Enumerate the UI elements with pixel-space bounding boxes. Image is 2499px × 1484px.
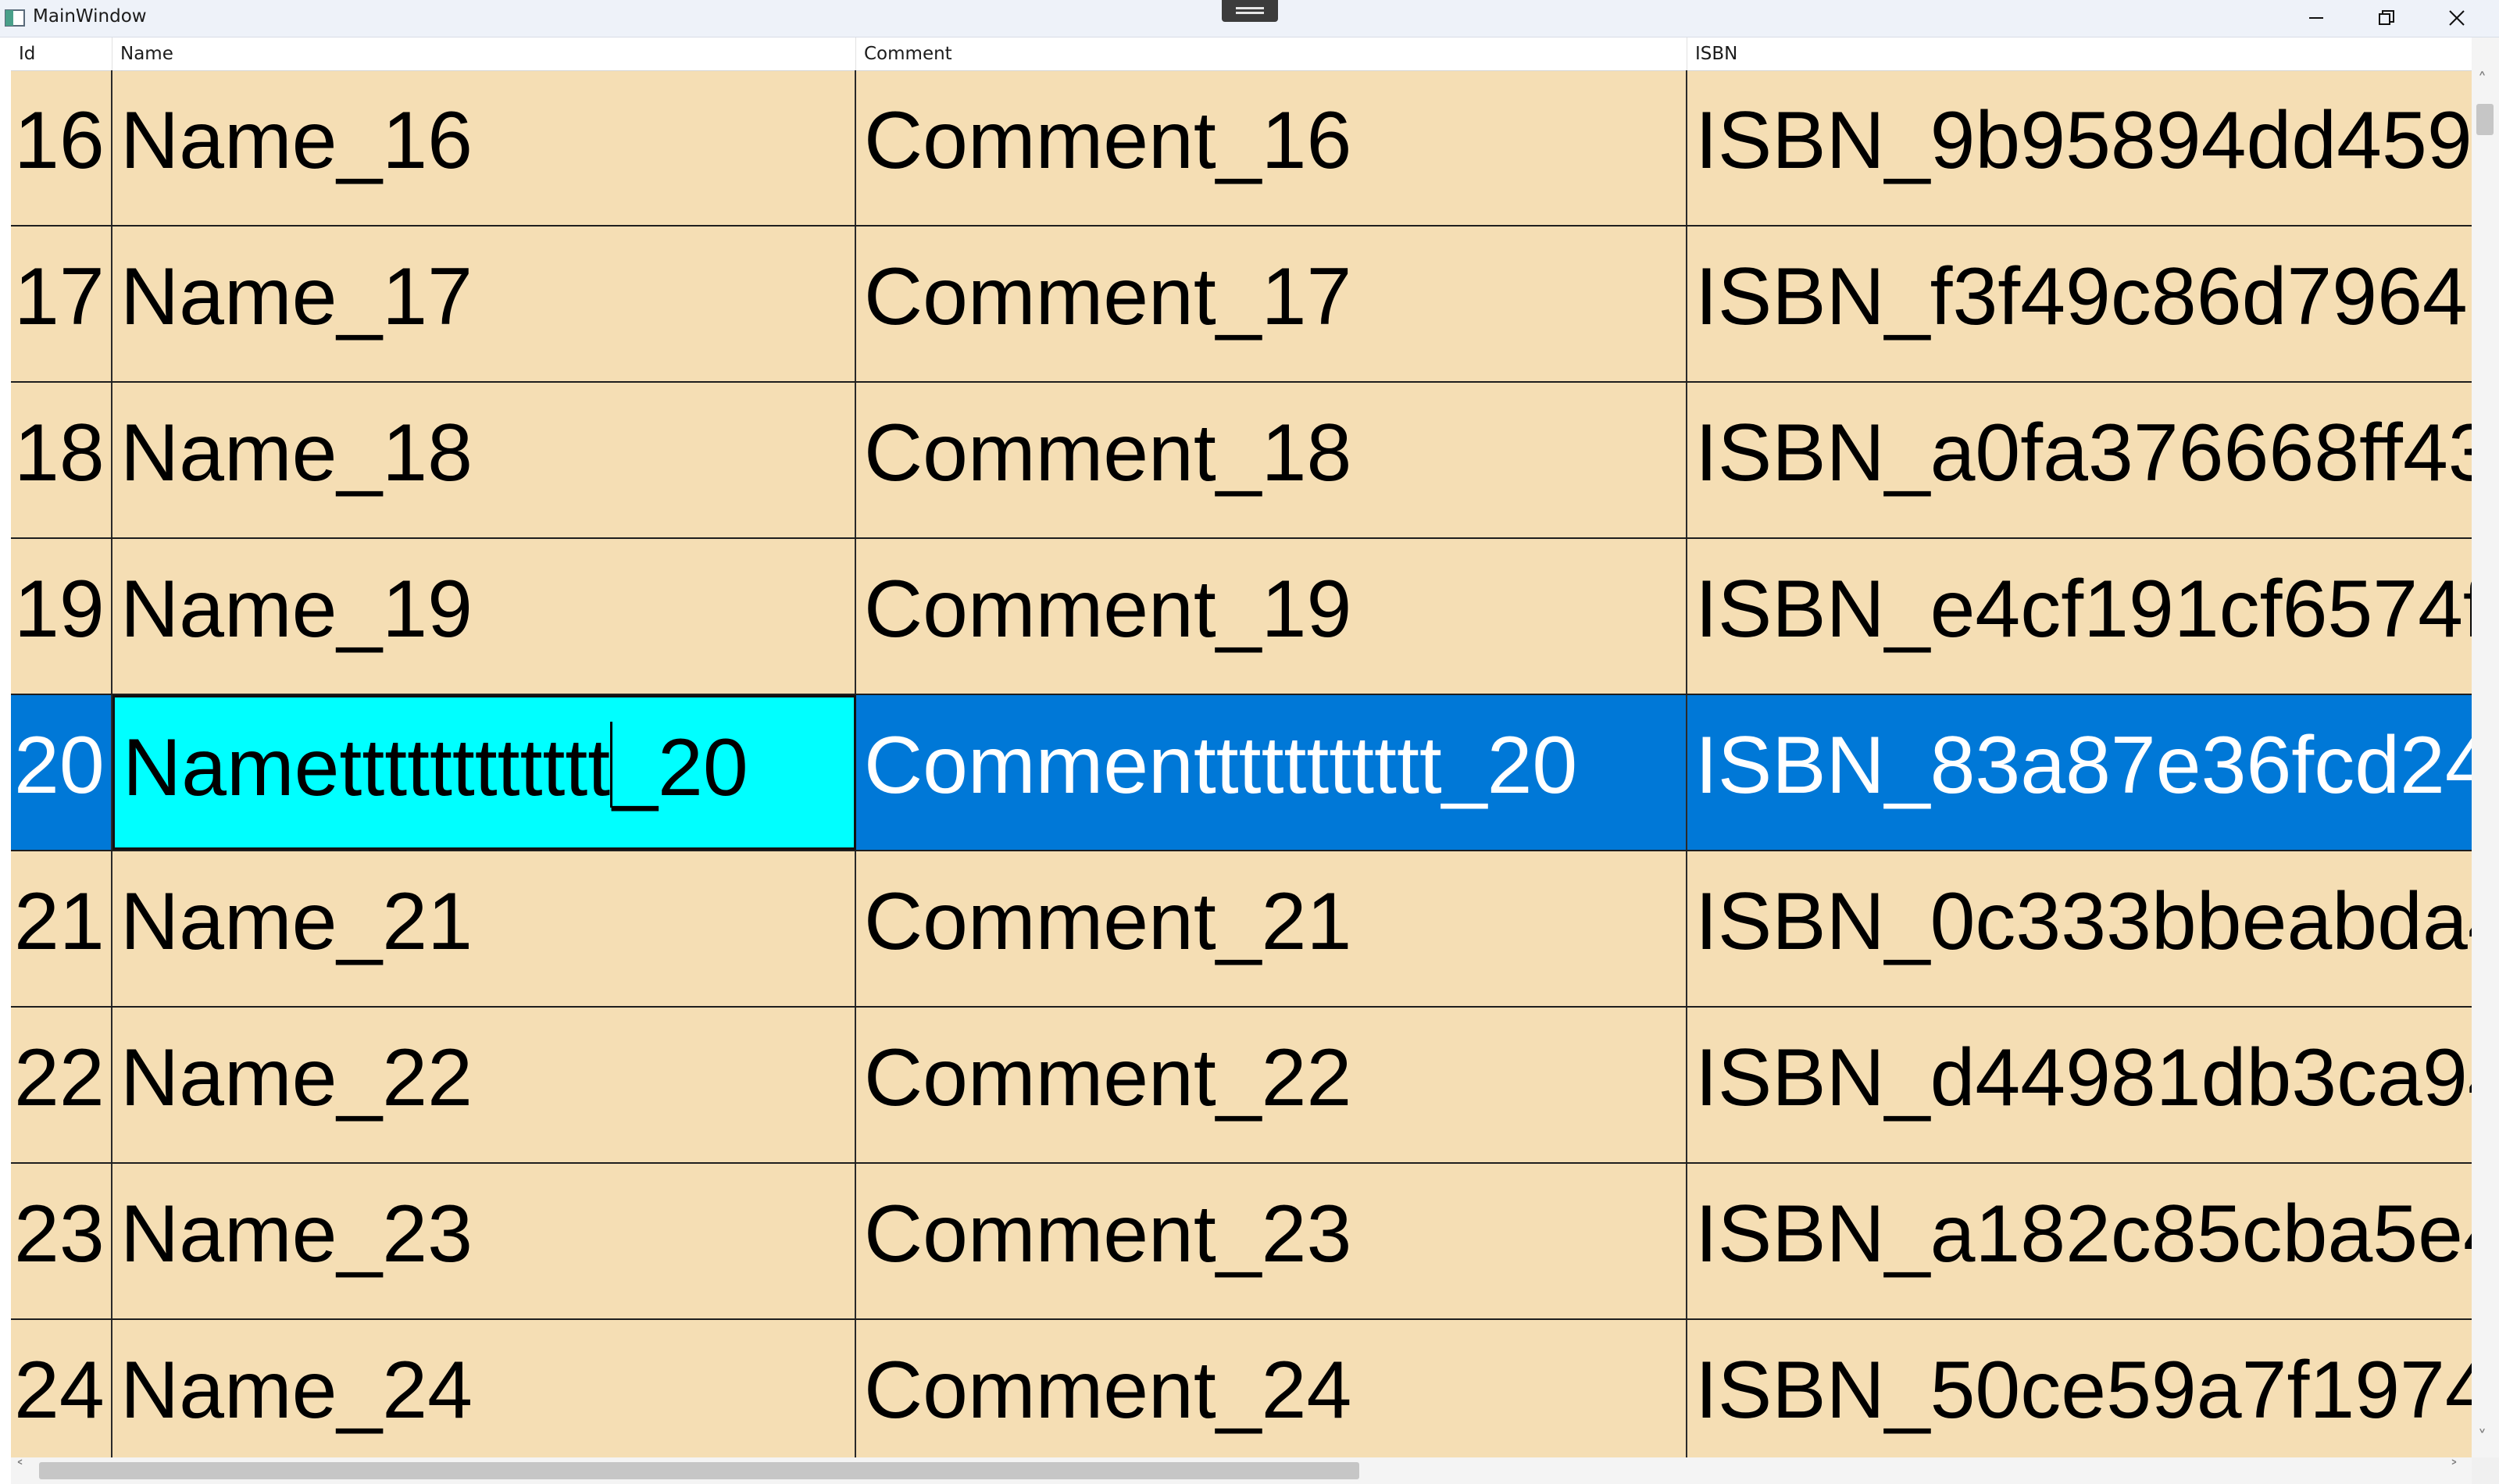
- cell-name[interactable]: Name_19: [112, 539, 856, 694]
- cell-id[interactable]: 22: [11, 1008, 112, 1162]
- scrollbar-corner: [2472, 1457, 2499, 1484]
- drag-handle[interactable]: [1222, 0, 1278, 22]
- edit-text-suffix[interactable]: _20: [612, 722, 748, 813]
- cell-id[interactable]: 17: [11, 227, 112, 381]
- table-row[interactable]: 19 Name_19 Comment_19 ISBN_e4cf191cf6574…: [11, 539, 2472, 695]
- cell-isbn[interactable]: ISBN_e4cf191cf6574f: [1687, 539, 2472, 694]
- table-row[interactable]: 24 Name_24 Comment_24 ISBN_50ce59a7f1974: [11, 1320, 2472, 1457]
- table-row-selected[interactable]: 20 Nametttttttttttt_20 Commenttttttttttt…: [11, 695, 2472, 851]
- edit-text[interactable]: Nametttttttttttt: [123, 722, 610, 813]
- window-title: MainWindow: [33, 6, 147, 27]
- cell-comment[interactable]: Comment_17: [856, 227, 1687, 381]
- table-row[interactable]: 22 Name_22 Comment_22 ISBN_d44981db3ca94: [11, 1008, 2472, 1164]
- table-row[interactable]: 23 Name_23 Comment_23 ISBN_a182c85cba5e4: [11, 1164, 2472, 1320]
- cell-name-editing[interactable]: Nametttttttttttt_20: [112, 695, 856, 850]
- vertical-scrollbar[interactable]: ˄ ˅: [2472, 37, 2499, 1457]
- cell-id[interactable]: 18: [11, 383, 112, 537]
- vertical-scroll-thumb[interactable]: [2476, 104, 2494, 135]
- cell-comment[interactable]: Comment_19: [856, 539, 1687, 694]
- table-row[interactable]: 21 Name_21 Comment_21 ISBN_0c333bbeabda4: [11, 851, 2472, 1008]
- cell-name[interactable]: Name_18: [112, 383, 856, 537]
- cell-comment[interactable]: Comment_23: [856, 1164, 1687, 1318]
- cell-comment[interactable]: Comment_24: [856, 1320, 1687, 1457]
- scroll-right-arrow-icon[interactable]: ˃: [2450, 1459, 2458, 1479]
- cell-id[interactable]: 23: [11, 1164, 112, 1318]
- cell-isbn[interactable]: ISBN_0c333bbeabda4: [1687, 851, 2472, 1006]
- cell-isbn[interactable]: ISBN_9b95894dd459: [1687, 70, 2472, 225]
- cell-isbn[interactable]: ISBN_f3f49c86d7964: [1687, 227, 2472, 381]
- cell-id[interactable]: 20: [11, 695, 112, 850]
- cell-name[interactable]: Name_21: [112, 851, 856, 1006]
- restore-icon: [2379, 10, 2394, 25]
- cell-name[interactable]: Name_17: [112, 227, 856, 381]
- cell-name[interactable]: Name_24: [112, 1320, 856, 1457]
- column-header-name[interactable]: Name: [112, 37, 856, 70]
- scroll-left-arrow-icon[interactable]: ˂: [16, 1459, 24, 1479]
- cell-name[interactable]: Name_23: [112, 1164, 856, 1318]
- title-bar[interactable]: MainWindow: [0, 0, 2499, 37]
- column-header-row: Id Name Comment ISBN: [11, 37, 2472, 71]
- cell-isbn[interactable]: ISBN_83a87e36fcd24: [1687, 695, 2472, 850]
- cell-comment[interactable]: Comment_21: [856, 851, 1687, 1006]
- minimize-icon: [2309, 17, 2323, 19]
- cell-name[interactable]: Name_22: [112, 1008, 856, 1162]
- close-icon: [2449, 10, 2465, 26]
- cell-id[interactable]: 16: [11, 70, 112, 225]
- cell-isbn[interactable]: ISBN_a0fa376668ff43: [1687, 383, 2472, 537]
- app-window-icon: [5, 9, 25, 27]
- column-header-comment[interactable]: Comment: [856, 37, 1687, 70]
- minimize-button[interactable]: [2281, 0, 2351, 36]
- cell-comment[interactable]: Comment_18: [856, 383, 1687, 537]
- cell-comment[interactable]: Comment_16: [856, 70, 1687, 225]
- cell-id[interactable]: 21: [11, 851, 112, 1006]
- column-header-id[interactable]: Id: [11, 37, 112, 70]
- cell-isbn[interactable]: ISBN_50ce59a7f1974: [1687, 1320, 2472, 1457]
- column-header-isbn[interactable]: ISBN: [1687, 37, 2472, 70]
- data-grid[interactable]: Id Name Comment ISBN 16 Name_16 Comment_…: [11, 37, 2472, 1457]
- cell-id[interactable]: 24: [11, 1320, 112, 1457]
- cell-isbn[interactable]: ISBN_a182c85cba5e4: [1687, 1164, 2472, 1318]
- cell-comment[interactable]: Comment_22: [856, 1008, 1687, 1162]
- scroll-down-arrow-icon[interactable]: ˅: [2478, 1428, 2487, 1447]
- table-row[interactable]: 17 Name_17 Comment_17 ISBN_f3f49c86d7964: [11, 227, 2472, 383]
- cell-comment[interactable]: Commenttttttttttt_20: [856, 695, 1687, 850]
- close-button[interactable]: [2422, 0, 2492, 36]
- table-row[interactable]: 16 Name_16 Comment_16 ISBN_9b95894dd459: [11, 70, 2472, 227]
- restore-button[interactable]: [2351, 0, 2422, 36]
- horizontal-scroll-thumb[interactable]: [39, 1462, 1359, 1479]
- table-row[interactable]: 18 Name_18 Comment_18 ISBN_a0fa376668ff4…: [11, 383, 2472, 539]
- cell-id[interactable]: 19: [11, 539, 112, 694]
- cell-name[interactable]: Name_16: [112, 70, 856, 225]
- scroll-up-arrow-icon[interactable]: ˄: [2478, 70, 2487, 90]
- horizontal-scrollbar[interactable]: ˂ ˃: [11, 1457, 2472, 1484]
- cell-isbn[interactable]: ISBN_d44981db3ca94: [1687, 1008, 2472, 1162]
